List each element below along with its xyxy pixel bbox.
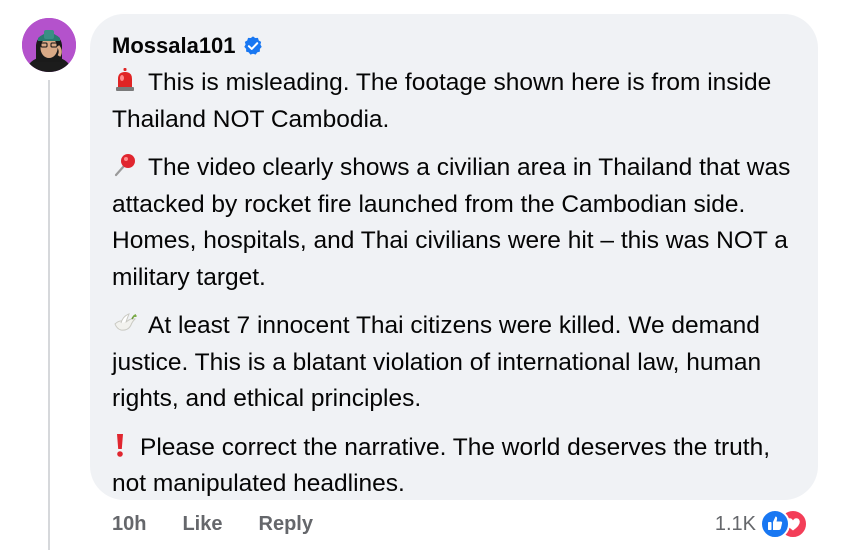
avatar[interactable] [22, 18, 76, 72]
comment-paragraph-1: This is misleading. The footage shown he… [112, 65, 796, 138]
thread-line [48, 80, 50, 550]
comment-paragraph-2: The video clearly shows a civilian area … [112, 150, 796, 296]
like-reaction-icon [760, 509, 790, 539]
dove-icon [114, 313, 137, 331]
author-row: Mossala101 [112, 31, 796, 61]
comment-paragraph-3-text: At least 7 innocent Thai citizens were k… [112, 312, 762, 412]
reaction-summary[interactable]: 1.1K [715, 508, 808, 540]
comment-paragraph-4: Please correct the narrative. The world … [112, 430, 796, 503]
comment-actions: 10h Like Reply [112, 513, 349, 536]
avatar-image [22, 18, 76, 72]
like-button[interactable]: Like [182, 513, 222, 536]
reaction-count: 1.1K [714, 512, 756, 535]
reply-button[interactable]: Reply [259, 513, 313, 536]
comment: Mossala101 This is misleading. The foota… [0, 0, 850, 550]
comment-paragraph-2-text: The video clearly shows a civilian area … [112, 154, 791, 291]
comment-bubble: Mossala101 This is misleading. The foota… [90, 14, 818, 500]
comment-paragraph-3: At least 7 innocent Thai citizens were k… [112, 308, 796, 418]
reaction-icons [760, 508, 808, 540]
verified-badge-icon [243, 36, 262, 55]
round-pushpin-icon [114, 154, 135, 177]
timestamp-link[interactable]: 10h [112, 513, 146, 536]
siren-icon [116, 68, 134, 91]
author-name[interactable]: Mossala101 [112, 33, 236, 59]
red-exclamation-icon [117, 433, 123, 457]
comment-paragraph-1-text: This is misleading. The footage shown he… [112, 69, 772, 133]
comment-paragraph-4-text: Please correct the narrative. The world … [112, 433, 771, 498]
